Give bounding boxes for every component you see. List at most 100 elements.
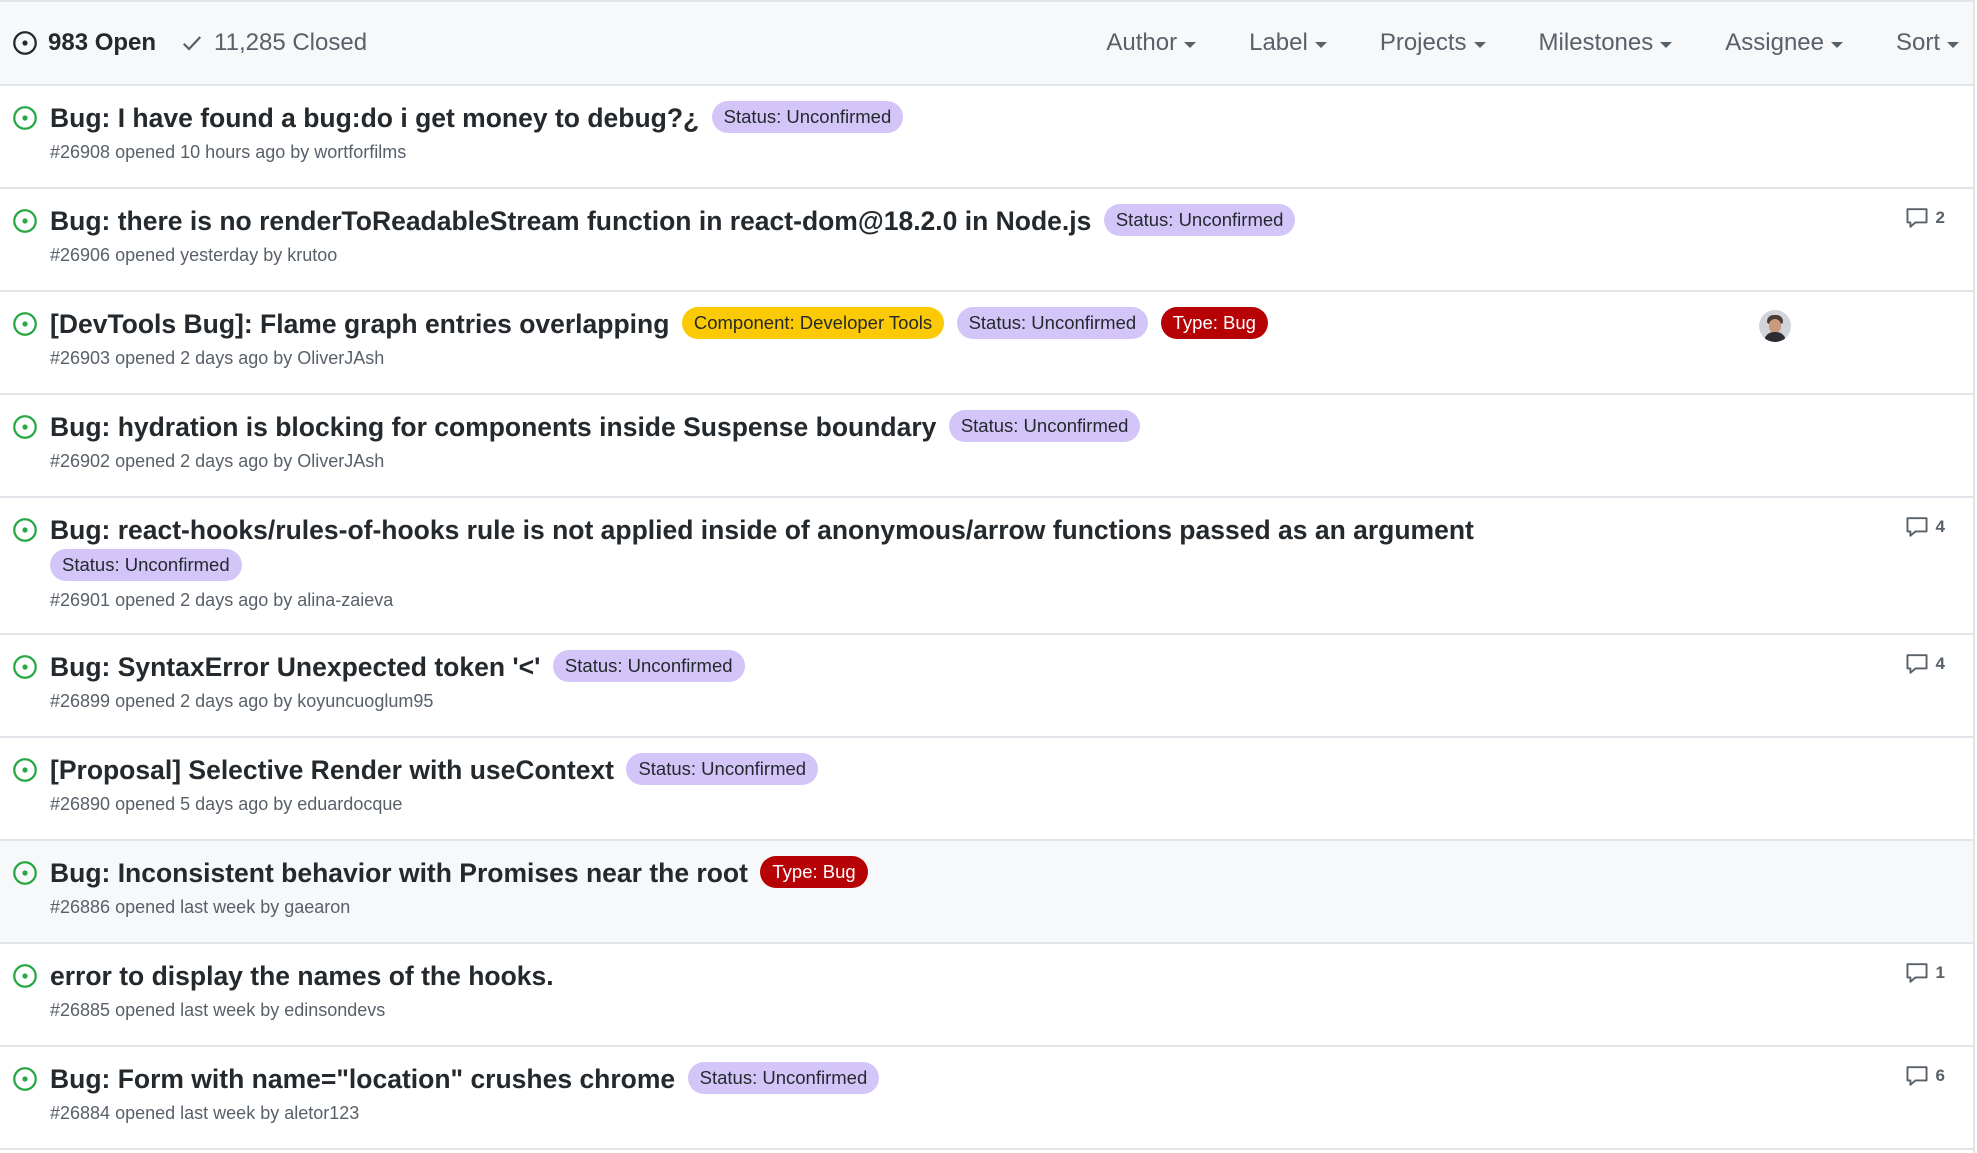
caret-down-icon (1184, 41, 1197, 48)
issue-author-link[interactable]: alina-zaieva (297, 590, 393, 610)
issue-number: #26906 (50, 245, 111, 266)
comment-count: 2 (1935, 208, 1945, 227)
issue-title-link[interactable]: Bug: I have found a bug:do i get money t… (50, 103, 699, 133)
issue-title-link[interactable]: Bug: there is no renderToReadableStream … (50, 206, 1091, 236)
issue-title-link[interactable]: Bug: Form with name="location" crushes c… (50, 1064, 675, 1094)
issue-author-link[interactable]: edinsondevs (284, 1000, 385, 1020)
milestones-filter-label: Milestones (1538, 29, 1654, 56)
open-count-label: 983 Open (48, 29, 157, 56)
issue-open-icon (13, 312, 37, 336)
comments-link[interactable]: 4 (1905, 653, 1945, 675)
issue-author-link[interactable]: OliverJAsh (297, 451, 384, 471)
check-icon (183, 36, 202, 51)
issue-opened-text: opened 10 hours ago by (115, 142, 310, 163)
issue-number: #26901 (50, 590, 111, 611)
sort-label: Sort (1895, 29, 1940, 56)
projects-filter-label: Projects (1379, 29, 1467, 56)
issue-author-link[interactable]: krutoo (287, 245, 337, 265)
issue-title-link[interactable]: Bug: react-hooks/rules-of-hooks rule is … (50, 515, 1474, 545)
label-component-developer-tools[interactable]: Component: Developer Tools (681, 307, 945, 339)
issue-author-link[interactable]: aletor123 (284, 1103, 359, 1123)
label-status-unconfirmed[interactable]: Status: Unconfirmed (552, 650, 745, 682)
issue-opened-text: opened 2 days ago by (115, 451, 293, 472)
label-status-unconfirmed[interactable]: Status: Unconfirmed (948, 410, 1141, 442)
issue-title-link[interactable]: error to display the names of the hooks. (50, 961, 554, 991)
issue-title-link[interactable]: [Proposal] Selective Render with useCont… (50, 755, 614, 785)
issue-row: error to display the names of the hooks.… (0, 944, 1973, 1047)
issue-row: Bug: Form with name="location" crushes c… (0, 1047, 1973, 1150)
issue-title-link[interactable]: Bug: hydration is blocking for component… (50, 412, 936, 442)
label-status-unconfirmed[interactable]: Status: Unconfirmed (711, 101, 904, 133)
label-status-unconfirmed[interactable]: Status: Unconfirmed (50, 549, 242, 581)
issue-open-icon (13, 209, 37, 233)
issue-author-link[interactable]: eduardocque (297, 794, 402, 814)
comments-link[interactable]: 4 (1905, 516, 1945, 538)
label-type-bug[interactable]: Type: Bug (1160, 307, 1268, 339)
issue-opened-text: opened 5 days ago by (115, 794, 293, 815)
issue-meta: #26899 opened 2 days ago by koyuncuoglum… (50, 691, 1693, 712)
comment-icon (1906, 654, 1928, 674)
issue-number: #26885 (50, 1000, 111, 1021)
issue-author-link[interactable]: OliverJAsh (297, 348, 384, 368)
issue-opened-text: opened last week by (115, 1103, 280, 1124)
issue-meta: #26908 opened 10 hours ago by wortforfil… (50, 142, 1693, 163)
label-status-unconfirmed[interactable]: Status: Unconfirmed (687, 1062, 880, 1094)
issue-opened-text: opened yesterday by (115, 245, 283, 266)
issue-opened-text: opened 2 days ago by (115, 590, 293, 611)
label-filter-label: Label (1249, 29, 1308, 56)
issue-title-link[interactable]: [DevTools Bug]: Flame graph entries over… (50, 309, 669, 339)
issue-meta: #26901 opened 2 days ago by alina-zaieva (50, 590, 1693, 611)
issue-title-link[interactable]: Bug: Inconsistent behavior with Promises… (50, 858, 748, 888)
issue-row: Bug: hydration is blocking for component… (0, 395, 1973, 498)
label-status-unconfirmed[interactable]: Status: Unconfirmed (1103, 204, 1296, 236)
issue-number: #26886 (50, 897, 111, 918)
issue-number: #26884 (50, 1103, 111, 1124)
issue-author-link[interactable]: wortforfilms (314, 142, 406, 162)
open-issues-link[interactable]: 983 Open (12, 29, 156, 57)
issue-open-icon (13, 415, 37, 439)
issue-open-icon (13, 1067, 37, 1091)
comment-icon (1906, 517, 1928, 537)
issue-number: #26908 (50, 142, 111, 163)
comments-link[interactable]: 6 (1905, 1065, 1945, 1087)
sort-dropdown[interactable]: Sort (1896, 29, 1959, 57)
issue-meta: #26903 opened 2 days ago by OliverJAsh (50, 348, 1693, 369)
issue-meta: #26885 opened last week by edinsondevs (50, 1000, 1693, 1021)
issue-row: [DevTools Bug]: Flame graph entries over… (0, 292, 1973, 395)
issue-opened-text: opened last week by (115, 897, 280, 918)
issue-row: Bug: Inconsistent behavior with Promises… (0, 841, 1973, 944)
assignee-avatar[interactable] (1759, 310, 1791, 342)
label-status-unconfirmed[interactable]: Status: Unconfirmed (626, 753, 819, 785)
projects-filter-dropdown[interactable]: Projects (1380, 29, 1486, 57)
issue-number: #26903 (50, 348, 111, 369)
milestones-filter-dropdown[interactable]: Milestones (1539, 29, 1673, 57)
issue-author-link[interactable]: koyuncuoglum95 (297, 691, 433, 711)
filter-bar: Author Label Projects Milestones Assigne… (1106, 29, 1959, 57)
issue-row: [Proposal] Selective Render with useCont… (0, 738, 1973, 841)
closed-issues-link[interactable]: 11,285 Closed (180, 29, 367, 57)
comment-count: 4 (1935, 654, 1945, 673)
label-filter-dropdown[interactable]: Label (1249, 29, 1327, 57)
issue-meta: #26886 opened last week by gaearon (50, 897, 1693, 918)
issue-opened-text: opened last week by (115, 1000, 280, 1021)
issue-meta: #26906 opened yesterday by krutoo (50, 245, 1693, 266)
issue-open-icon (13, 106, 37, 130)
assignee-filter-label: Assignee (1725, 29, 1824, 56)
comments-link[interactable]: 1 (1905, 962, 1945, 984)
caret-down-icon (1947, 41, 1959, 48)
issue-author-link[interactable]: gaearon (284, 897, 350, 917)
label-status-unconfirmed[interactable]: Status: Unconfirmed (956, 307, 1149, 339)
label-type-bug[interactable]: Type: Bug (760, 856, 868, 888)
issue-open-icon (13, 655, 37, 679)
comments-link[interactable]: 2 (1905, 207, 1945, 229)
issue-open-icon (13, 31, 37, 55)
avatar-face (1769, 319, 1781, 333)
assignee-filter-dropdown[interactable]: Assignee (1725, 29, 1843, 57)
issue-title-link[interactable]: Bug: SyntaxError Unexpected token '<' (50, 652, 540, 682)
state-toggle: 983 Open 11,285 Closed (12, 29, 367, 57)
author-filter-dropdown[interactable]: Author (1106, 29, 1197, 57)
issue-row: Bug: I have found a bug:do i get money t… (0, 86, 1973, 189)
issue-number: #26902 (50, 451, 111, 472)
issue-opened-text: opened 2 days ago by (115, 691, 293, 712)
comment-count: 4 (1935, 517, 1945, 536)
